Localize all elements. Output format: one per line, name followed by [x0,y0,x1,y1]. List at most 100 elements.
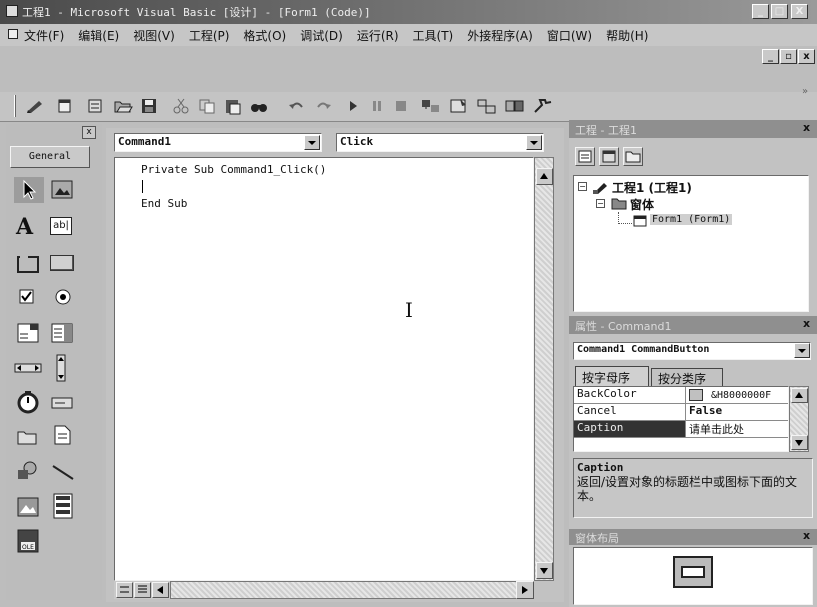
scroll-down-icon[interactable] [536,562,553,579]
listbox-tool-icon[interactable] [50,322,74,347]
maximize-button[interactable]: □ [771,4,788,19]
object-combobox-dropdown-icon[interactable] [304,135,320,150]
picturebox-tool-icon[interactable] [50,179,76,204]
tree-folder-node[interactable]: 窗体 [630,196,654,213]
properties-close-icon[interactable]: x [803,317,810,330]
menu-run[interactable]: 运行(R) [357,29,399,43]
procedure-view-icon[interactable] [116,582,133,598]
menu-debug[interactable]: 调试(D) [300,29,343,43]
code-line-1[interactable]: Private Sub Command1_Click() [141,163,326,176]
line-tool-icon[interactable] [50,462,76,485]
code-vscrollbar[interactable] [534,157,554,581]
mdi-restore-button[interactable]: ▫ [780,49,797,64]
toolbox-general-tab[interactable]: General [10,146,90,168]
vscrollbar-tool-icon[interactable] [54,354,68,385]
commandbutton-tool-icon[interactable] [50,255,74,271]
toggle-folders-icon[interactable] [623,147,643,166]
procedure-combobox[interactable]: Click [336,133,544,152]
label-tool-icon[interactable]: A [16,214,33,240]
copy-icon[interactable] [194,94,220,118]
form-layout-close-icon[interactable]: x [803,529,810,542]
project-explorer-close-icon[interactable]: x [803,121,810,134]
menu-file[interactable]: 文件(F) [24,29,64,43]
menu-tools[interactable]: 工具(T) [413,29,454,43]
scroll-left-icon[interactable] [152,582,169,598]
scroll-up-icon[interactable] [536,168,553,185]
menu-editor-icon[interactable] [82,94,108,118]
menu-view[interactable]: 视图(V) [133,29,175,43]
end-icon[interactable] [388,94,414,118]
save-project-icon[interactable] [136,94,162,118]
find-icon[interactable] [246,94,272,118]
properties-vscrollbar[interactable] [789,386,809,452]
minimize-button[interactable]: _ [752,4,769,19]
properties-tab-alphabetic[interactable]: 按字母序 [575,366,649,386]
combobox-tool-icon[interactable] [16,322,40,347]
mdi-minimize-button[interactable]: _ [762,49,779,64]
properties-object-dropdown-icon[interactable] [794,343,810,358]
toolbox-icon[interactable] [530,94,556,118]
open-project-icon[interactable] [110,94,136,118]
project-explorer-icon[interactable] [418,94,444,118]
tree-project-node[interactable]: 工程1 (工程1) [612,179,692,196]
data-tool-icon[interactable] [52,492,74,523]
menu-window[interactable]: 窗口(W) [547,29,592,43]
scroll-right-icon[interactable] [516,581,534,599]
form-layout-icon[interactable] [474,94,500,118]
view-code-icon[interactable] [575,147,595,166]
menu-format[interactable]: 格式(O) [243,29,286,43]
break-icon[interactable] [364,94,390,118]
property-row-backcolor[interactable]: BackColor &H8000000F [574,387,788,404]
filelistbox-tool-icon[interactable] [52,424,72,449]
shape-tool-icon[interactable] [16,460,40,485]
tree-collapse-icon[interactable]: − [578,182,587,191]
object-browser-icon[interactable] [502,94,528,118]
undo-icon[interactable] [284,94,310,118]
menu-edit[interactable]: 编辑(E) [78,29,119,43]
menu-addins[interactable]: 外接程序(A) [467,29,533,43]
drivelistbox-tool-icon[interactable] [50,394,74,415]
tree-folder-collapse-icon[interactable]: − [596,199,605,208]
optionbutton-tool-icon[interactable] [54,288,72,309]
cut-icon[interactable] [168,94,194,118]
property-row-caption[interactable]: Caption 请单击此处 [574,421,788,438]
ole-tool-icon[interactable]: OLE [16,528,40,557]
timer-tool-icon[interactable] [16,390,40,417]
object-combobox[interactable]: Command1 [114,133,322,152]
mdi-close-button[interactable]: x [798,49,815,64]
menu-project[interactable]: 工程(P) [189,29,230,43]
close-button[interactable]: X [791,4,808,19]
form-layout-preview[interactable] [573,547,813,605]
code-hscrollbar[interactable] [170,581,524,599]
pointer-tool-icon[interactable] [14,177,44,203]
add-form-icon[interactable] [52,94,78,118]
properties-scroll-down-icon[interactable] [791,435,808,450]
toolbar-chevron-icon[interactable]: » [802,86,808,97]
image-tool-icon[interactable] [16,496,40,521]
menu-help[interactable]: 帮助(H) [606,29,648,43]
code-editor[interactable]: Private Sub Command1_Click() End Sub I [114,157,534,581]
properties-window-icon[interactable] [446,94,472,118]
code-line-3[interactable]: End Sub [141,197,187,210]
properties-object-combobox[interactable]: Command1 CommandButton [573,342,811,360]
paste-icon[interactable] [220,94,246,118]
checkbox-tool-icon[interactable] [18,288,36,309]
dirlistbox-tool-icon[interactable] [16,428,40,449]
procedure-combobox-dropdown-icon[interactable] [526,135,542,150]
start-icon[interactable] [340,94,366,118]
frame-tool-icon[interactable] [16,252,40,277]
hscrollbar-tool-icon[interactable] [14,361,42,378]
properties-scroll-up-icon[interactable] [791,388,808,403]
property-row-cancel[interactable]: Cancel False [574,404,788,421]
redo-icon[interactable] [310,94,336,118]
tree-form-node[interactable]: Form1 (Form1) [650,214,733,225]
view-object-icon[interactable] [599,147,619,166]
add-project-icon[interactable] [22,94,48,118]
textbox-tool-icon[interactable]: ab| [50,217,72,235]
properties-grid[interactable]: BackColor &H8000000F Cancel False Captio… [573,386,789,452]
project-tree[interactable]: − 工程1 (工程1) − 窗体 Form1 (Form1) [573,175,809,312]
properties-tab-categorized[interactable]: 按分类序 [651,368,723,386]
full-module-view-icon[interactable] [134,582,151,598]
toolbox-close-button[interactable]: x [82,126,96,139]
toolbox-panel: x General A ab| OLE [6,124,102,600]
